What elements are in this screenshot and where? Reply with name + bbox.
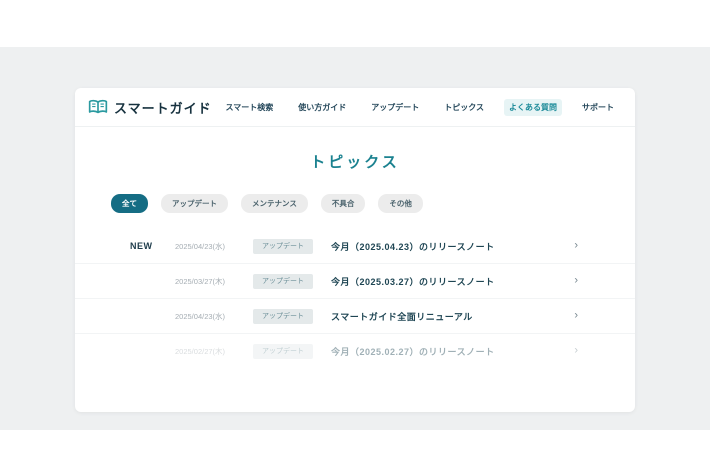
filter-pill-0[interactable]: 全て bbox=[111, 194, 148, 213]
brand-name: スマートガイド bbox=[114, 98, 212, 117]
new-badge: NEW bbox=[130, 241, 175, 251]
nav-item-4[interactable]: よくある質問 bbox=[504, 99, 562, 116]
smart-guide-window: スマートガイド スマート検索使い方ガイドアップデートトピックスよくある質問サポー… bbox=[75, 88, 635, 412]
topic-date: 2025/02/27(木) bbox=[175, 346, 253, 357]
main-nav: スマート検索使い方ガイドアップデートトピックスよくある質問サポート bbox=[220, 99, 619, 116]
topic-title: 今月（2025.02.27）のリリースノート bbox=[331, 345, 495, 358]
topic-title: スマートガイド全面リニューアル bbox=[331, 310, 473, 323]
chevron-right-icon: › bbox=[574, 311, 578, 322]
nav-item-5[interactable]: サポート bbox=[577, 99, 619, 116]
topic-tag: アップデート bbox=[253, 309, 313, 324]
chevron-right-icon: › bbox=[574, 346, 578, 357]
topic-row-3[interactable]: 2025/02/27(木)アップデート 今月（2025.02.27）のリリースノー… bbox=[75, 334, 635, 368]
nav-item-2[interactable]: アップデート bbox=[366, 99, 424, 116]
topic-date: 2025/04/23(水) bbox=[175, 241, 253, 252]
topic-list: NEW2025/04/23(水)アップデート今月（2025.04.23）のリリー… bbox=[75, 229, 635, 368]
brand-logo[interactable]: スマートガイド bbox=[88, 98, 212, 117]
topic-tag: アップデート bbox=[253, 239, 313, 254]
topic-title: 今月（2025.03.27）のリリースノート bbox=[331, 275, 495, 288]
category-filters: 全てアップデートメンテナンス不具合その他 bbox=[111, 194, 635, 213]
book-icon bbox=[88, 99, 108, 115]
topic-date: 2025/03/27(木) bbox=[175, 276, 253, 287]
topic-tag: アップデート bbox=[253, 274, 313, 289]
filter-pill-4[interactable]: その他 bbox=[378, 194, 423, 213]
nav-item-0[interactable]: スマート検索 bbox=[220, 99, 278, 116]
topic-row-0[interactable]: NEW2025/04/23(水)アップデート 今月（2025.04.23）のリリー… bbox=[75, 229, 635, 264]
nav-item-3[interactable]: トピックス bbox=[439, 99, 489, 116]
topic-tag: アップデート bbox=[253, 344, 313, 359]
topic-title: 今月（2025.04.23）のリリースノート bbox=[331, 240, 495, 253]
topic-row-1[interactable]: 2025/03/27(木)アップデート 今月（2025.03.27）のリリースノー… bbox=[75, 264, 635, 299]
topic-row-2[interactable]: 2025/04/23(水)アップデート スマートガイド全面リニューアル › bbox=[75, 299, 635, 334]
page-title: トピックス bbox=[75, 151, 635, 172]
nav-item-1[interactable]: 使い方ガイド bbox=[293, 99, 351, 116]
filter-pill-3[interactable]: 不具合 bbox=[321, 194, 366, 213]
chevron-right-icon: › bbox=[574, 276, 578, 287]
chevron-right-icon: › bbox=[574, 241, 578, 252]
topic-date: 2025/04/23(水) bbox=[175, 311, 253, 322]
filter-pill-2[interactable]: メンテナンス bbox=[241, 194, 308, 213]
site-header: スマートガイド スマート検索使い方ガイドアップデートトピックスよくある質問サポー… bbox=[75, 88, 635, 127]
filter-pill-1[interactable]: アップデート bbox=[161, 194, 228, 213]
